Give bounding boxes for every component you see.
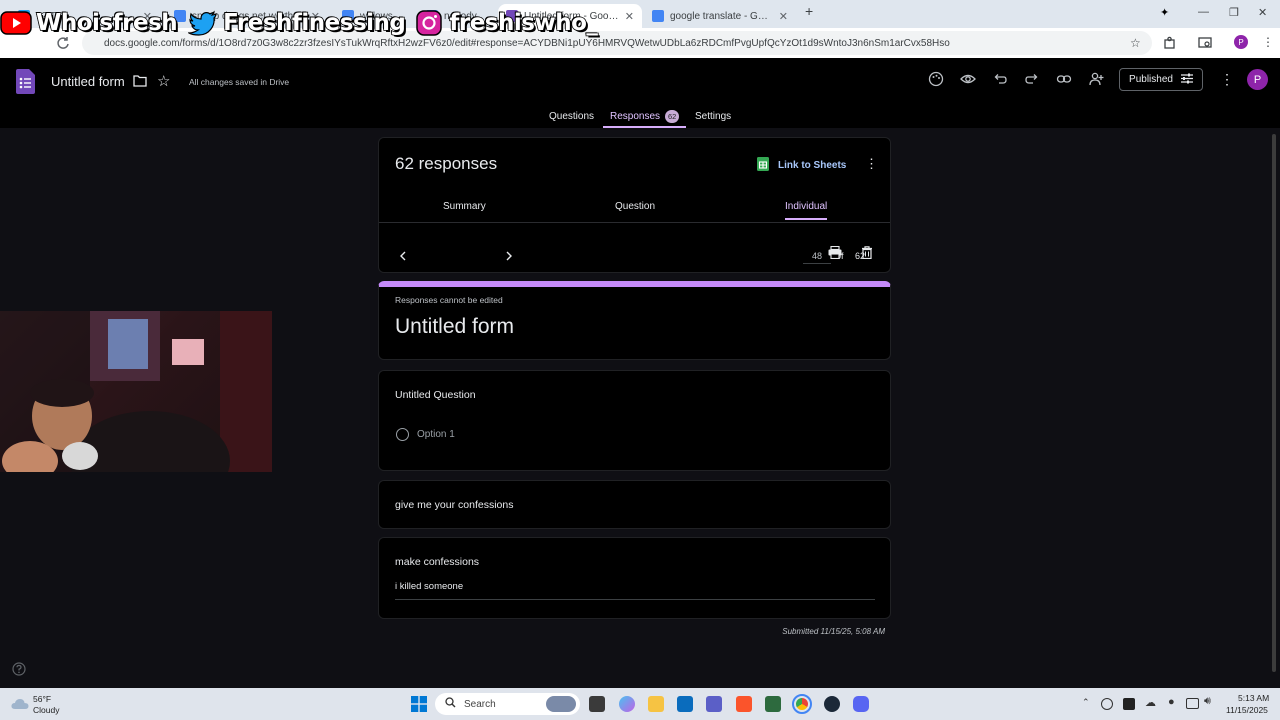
delete-icon[interactable]	[861, 246, 873, 264]
clock-time[interactable]: 5:13 AM	[1238, 693, 1269, 703]
customize-theme-icon[interactable]	[928, 71, 946, 89]
active-subtab-indicator	[785, 218, 827, 220]
weather-temperature[interactable]: 56°F	[33, 694, 51, 704]
help-icon[interactable]	[12, 662, 26, 681]
divider	[379, 222, 890, 223]
response-number-input[interactable]: 48	[803, 251, 831, 264]
task-view-icon[interactable]	[589, 696, 605, 712]
add-collaborator-icon[interactable]	[1088, 71, 1106, 89]
sync-icon[interactable]	[1101, 698, 1113, 710]
tab-settings[interactable]: Settings	[695, 111, 731, 122]
file-explorer-icon[interactable]	[648, 696, 664, 712]
cloudy-weather-icon	[11, 697, 29, 715]
question-title: Untitled Question	[395, 389, 476, 401]
google-forms-logo-icon[interactable]	[16, 69, 35, 94]
cloud-icon[interactable]: ☁	[1145, 696, 1156, 709]
twitter-handle: Freshfinessing	[222, 9, 406, 37]
tab-responses[interactable]: Responses	[610, 111, 660, 122]
subtab-summary[interactable]: Summary	[443, 201, 486, 212]
question-title: give me your confessions	[395, 499, 514, 511]
twitter-icon	[187, 10, 219, 36]
document-title[interactable]: Untitled form	[51, 74, 125, 89]
responses-more-icon[interactable]: ⋮	[865, 156, 878, 172]
question-card: Untitled Question Option 1	[378, 370, 891, 471]
option-label: Option 1	[417, 429, 455, 440]
question-card: make confessions i killed someone	[378, 537, 891, 619]
undo-icon[interactable]	[992, 71, 1010, 89]
question-card: give me your confessions	[378, 480, 891, 529]
not-editable-notice: Responses cannot be edited	[395, 295, 503, 305]
link-to-sheets-button[interactable]: Link to Sheets	[757, 157, 846, 174]
responses-count-badge: 62	[665, 110, 680, 123]
bookmark-star-icon[interactable]: ☆	[1130, 36, 1141, 50]
tab-close-icon[interactable]: ✕	[779, 10, 788, 23]
google-icon	[652, 10, 664, 22]
microsoft-store-icon[interactable]	[677, 696, 693, 712]
subtab-individual[interactable]: Individual	[785, 201, 827, 212]
form-header-card: Responses cannot be edited Untitled form	[378, 281, 891, 360]
restore-button[interactable]: ❐	[1229, 6, 1239, 19]
previous-response-icon[interactable]	[399, 248, 407, 266]
tab-close-icon[interactable]: ✕	[625, 10, 634, 23]
network-icon[interactable]	[1186, 698, 1199, 709]
move-to-folder-icon[interactable]	[133, 75, 147, 87]
sheets-icon	[757, 157, 769, 174]
volume-icon[interactable]: 🔊︎	[1204, 695, 1211, 708]
preview-eye-icon[interactable]	[960, 71, 978, 89]
clock-date[interactable]: 11/15/2025	[1226, 705, 1268, 715]
radio-button	[396, 428, 409, 441]
form-title: Untitled form	[395, 315, 515, 338]
browser-profile-avatar[interactable]: P	[1234, 35, 1248, 49]
new-tab-button[interactable]: +	[805, 3, 813, 19]
publish-settings-icon	[1180, 73, 1193, 87]
page-scrollbar[interactable]	[1272, 134, 1276, 672]
search-icon	[445, 697, 456, 711]
microphone-icon[interactable]: ●	[1168, 696, 1175, 708]
youtube-icon	[0, 10, 32, 36]
redo-icon[interactable]	[1024, 71, 1042, 89]
stream-overlay: Whoisfresh Freshfinessing freshiswho_	[0, 6, 599, 40]
screen-capture-icon[interactable]	[1198, 36, 1212, 50]
star-icon[interactable]: ☆	[157, 72, 170, 90]
print-icon[interactable]	[828, 245, 842, 264]
minimize-button[interactable]: —	[1198, 6, 1209, 18]
browser-tab[interactable]: google translate - Google Search ✕	[644, 4, 796, 28]
teams-icon[interactable]	[706, 696, 722, 712]
response-answer: i killed someone	[395, 581, 875, 600]
terminal-icon[interactable]	[765, 696, 781, 712]
more-options-icon[interactable]: ⋮	[1220, 71, 1234, 88]
browser-menu-icon[interactable]: ⋮	[1262, 35, 1274, 49]
taskbar-search[interactable]: Search	[435, 693, 580, 715]
instagram-icon	[413, 10, 445, 36]
steam-icon[interactable]	[824, 696, 840, 712]
close-window-button[interactable]: ✕	[1258, 6, 1267, 19]
chrome-icon[interactable]	[792, 694, 812, 714]
gemini-icon[interactable]: ✦	[1160, 6, 1169, 19]
weather-description[interactable]: Cloudy	[33, 705, 59, 715]
youtube-handle: Whoisfresh	[35, 9, 178, 37]
tab-questions[interactable]: Questions	[549, 111, 594, 122]
windows-taskbar: 56°F Cloudy Search ⌃ ☁ ● 🔊︎ 5:13 AM 11/1…	[0, 688, 1280, 720]
subtab-question[interactable]: Question	[615, 201, 655, 212]
save-status: All changes saved in Drive	[189, 77, 290, 87]
show-hidden-icons-icon[interactable]: ⌃	[1082, 697, 1090, 708]
copy-link-icon[interactable]	[1056, 71, 1074, 89]
question-title: make confessions	[395, 556, 480, 568]
responses-summary-card: 62 responses Link to Sheets ⋮ Summary Qu…	[378, 137, 891, 273]
profile-avatar[interactable]: P	[1247, 69, 1268, 90]
forms-app-header: Untitled form ☆ All changes saved in Dri…	[0, 58, 1280, 128]
copilot-icon[interactable]	[619, 696, 635, 712]
app-tray-icon[interactable]	[1123, 698, 1135, 710]
submitted-timestamp: Submitted 11/15/25, 5:08 AM	[782, 627, 885, 636]
webcam-feed	[0, 311, 272, 472]
discord-icon[interactable]	[853, 696, 869, 712]
next-response-icon[interactable]	[505, 248, 513, 266]
search-highlight-image	[546, 696, 576, 712]
instagram-handle: freshiswho_	[449, 9, 599, 37]
extensions-icon[interactable]	[1163, 36, 1177, 50]
windows-start-icon[interactable]	[411, 696, 427, 717]
responses-heading: 62 responses	[395, 154, 498, 173]
published-button[interactable]: Published	[1119, 68, 1203, 91]
brave-icon[interactable]	[736, 696, 752, 712]
